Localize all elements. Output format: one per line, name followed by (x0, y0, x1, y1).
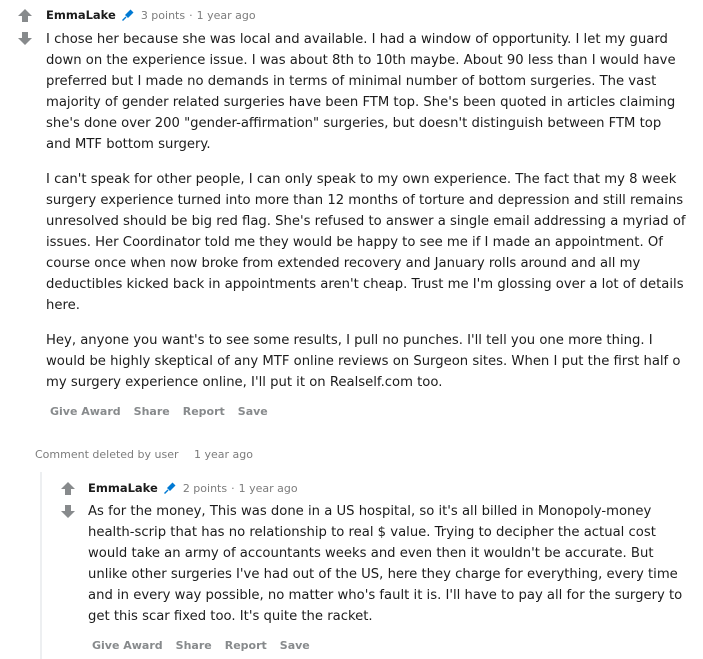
comment-meta: EmmaLake 3 points · 1 year ago (46, 6, 686, 24)
comment-body: As for the money, This was done in a US … (88, 501, 688, 627)
comment-points: 2 points (182, 481, 228, 495)
microphone-flair-icon (121, 8, 135, 22)
comment-paragraph: I can't speak for other people, I can on… (46, 172, 686, 313)
microphone-flair-icon (163, 481, 177, 495)
thread-line[interactable] (40, 472, 42, 659)
report-button[interactable]: Report (225, 639, 267, 652)
deleted-comment: Comment deleted by user 1 year ago (35, 448, 253, 461)
comment: EmmaLake 3 points · 1 year ago I chose h… (46, 6, 686, 418)
downvote-arrow-icon[interactable] (15, 28, 35, 48)
comment-author[interactable]: EmmaLake (46, 8, 116, 22)
comment-meta: EmmaLake 2 points · 1 year ago (88, 479, 688, 497)
comment: EmmaLake 2 points · 1 year ago As for th… (88, 479, 688, 652)
save-button[interactable]: Save (238, 405, 268, 418)
meta-separator: · (189, 8, 193, 22)
share-button[interactable]: Share (134, 405, 170, 418)
comment-paragraph: Hey, anyone you want's to see some resul… (46, 333, 681, 390)
give-award-button[interactable]: Give Award (92, 639, 163, 652)
vote-column (58, 479, 78, 521)
upvote-arrow-icon[interactable] (58, 479, 78, 499)
give-award-button[interactable]: Give Award (50, 405, 121, 418)
meta-separator: · (231, 481, 235, 495)
vote-column (15, 6, 35, 48)
comment-paragraph: As for the money, This was done in a US … (88, 504, 683, 624)
comment-body: I chose her because she was local and av… (46, 29, 686, 393)
comment-actions: Give Award Share Report Save (46, 405, 686, 418)
report-button[interactable]: Report (183, 405, 225, 418)
upvote-arrow-icon[interactable] (15, 6, 35, 26)
comment-time[interactable]: 1 year ago (239, 482, 298, 495)
share-button[interactable]: Share (176, 639, 212, 652)
comment-author[interactable]: EmmaLake (88, 481, 158, 495)
deleted-comment-time[interactable]: 1 year ago (194, 448, 253, 461)
comment-paragraph: I chose her because she was local and av… (46, 32, 676, 152)
downvote-arrow-icon[interactable] (58, 501, 78, 521)
deleted-comment-label: Comment deleted by user (35, 448, 179, 461)
comment-points: 3 points (140, 8, 186, 22)
comment-time[interactable]: 1 year ago (197, 9, 256, 22)
save-button[interactable]: Save (280, 639, 310, 652)
comment-actions: Give Award Share Report Save (88, 639, 688, 652)
